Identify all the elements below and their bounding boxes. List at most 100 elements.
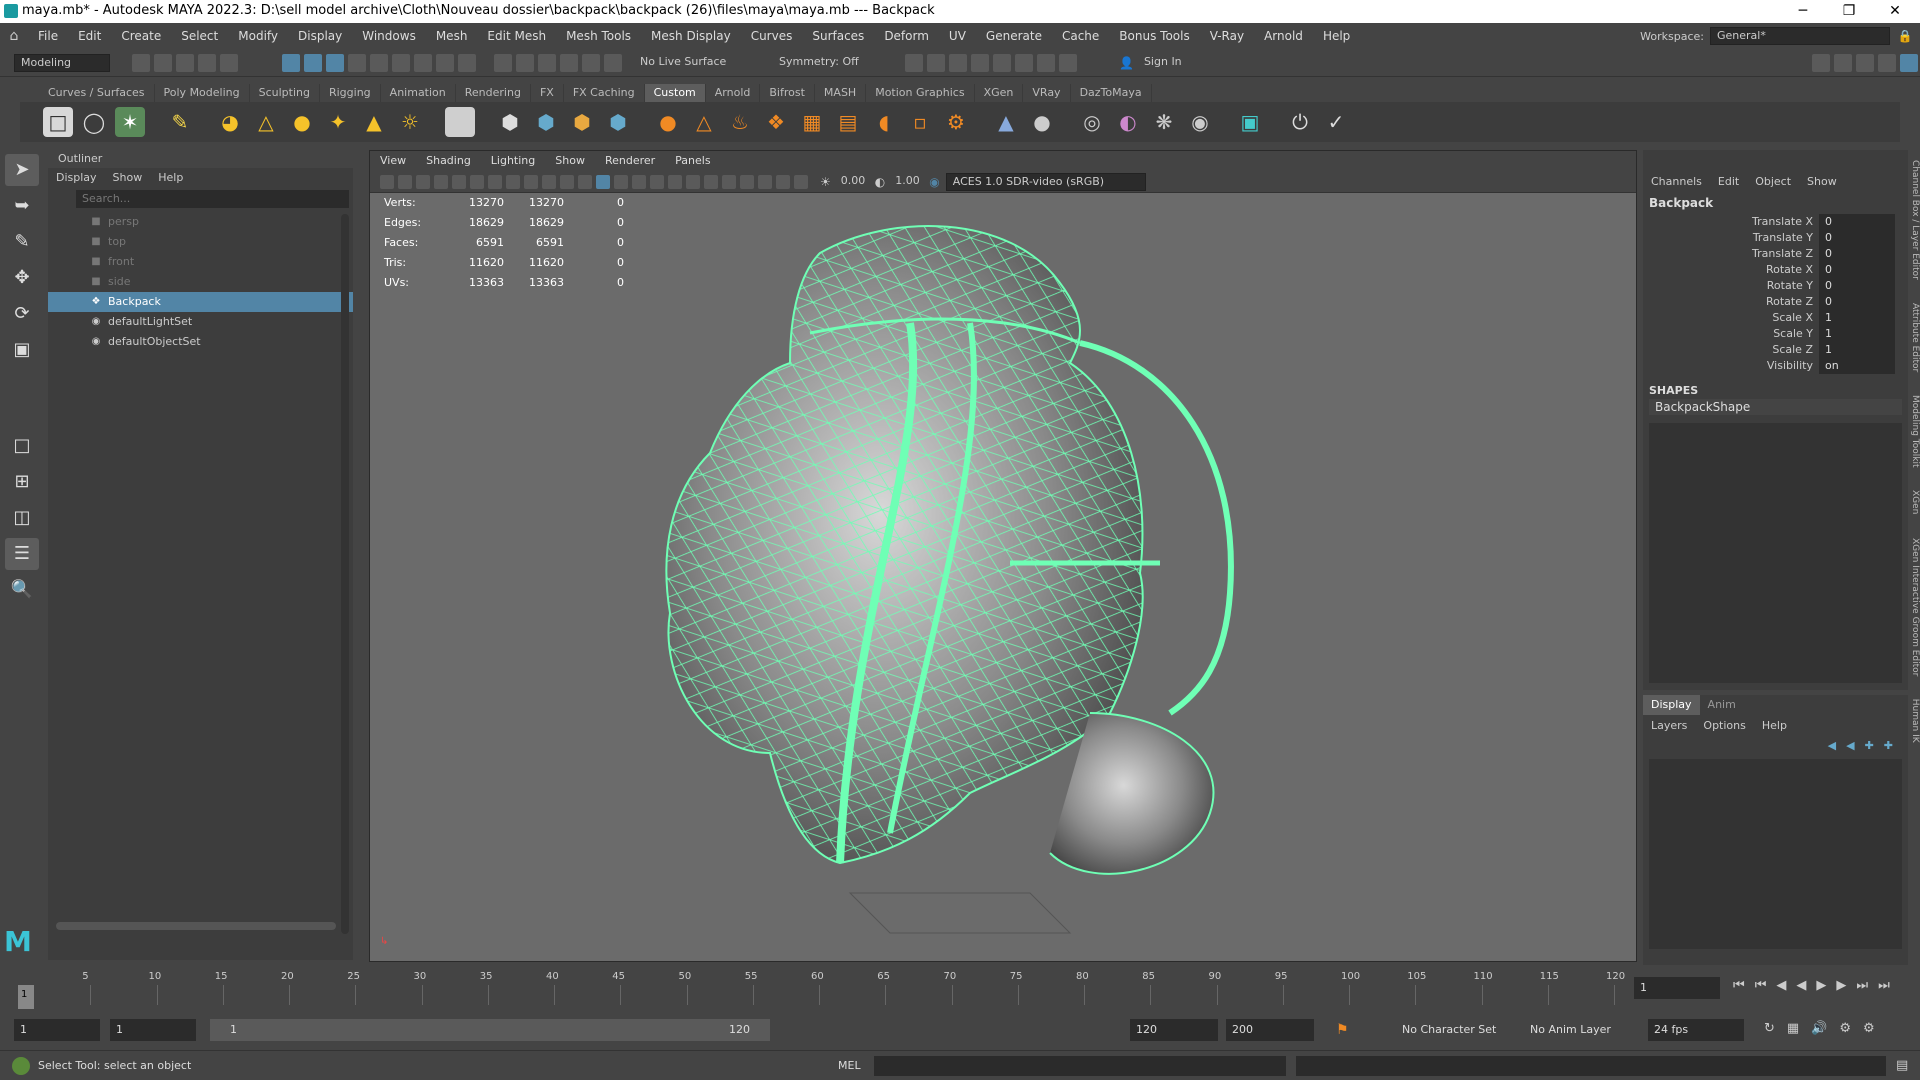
moon-icon[interactable]: ◖	[869, 107, 899, 137]
scene-icon[interactable]: ▫	[905, 107, 935, 137]
attr-rotate-z[interactable]: Rotate Z0	[1643, 294, 1908, 310]
script-language-label[interactable]: MEL	[838, 1059, 874, 1072]
outliner-item-top[interactable]: ■ top	[48, 232, 353, 252]
snap-surface-icon[interactable]	[582, 53, 600, 72]
layer-editor-icon[interactable]	[1900, 53, 1918, 72]
sound-icon[interactable]: 🔊	[1805, 1021, 1833, 1036]
paint-select-icon[interactable]: ✎	[5, 226, 39, 258]
new-layer-selected-icon[interactable]: ✚	[1879, 739, 1898, 752]
pick-mask-icon[interactable]	[370, 53, 388, 72]
undo-icon[interactable]	[198, 53, 216, 72]
attr-translate-y[interactable]: Translate Y0	[1643, 230, 1908, 246]
lasso-tool-icon[interactable]: ➥	[5, 190, 39, 222]
outliner-menu-show[interactable]: Show	[105, 168, 151, 188]
shelf-tab-fx-caching[interactable]: FX Caching	[564, 84, 645, 102]
pause-icon[interactable]	[1059, 53, 1077, 72]
move-tool-icon[interactable]: ✥	[5, 262, 39, 294]
camera-select-icon[interactable]	[380, 174, 394, 189]
outliner-search-input[interactable]: Search...	[76, 190, 349, 208]
exposure-field[interactable]: 0.00	[834, 172, 871, 191]
new-layer-icon[interactable]: ✚	[1860, 739, 1879, 752]
menu-help[interactable]: Help	[1313, 23, 1360, 49]
menu-arnold[interactable]: Arnold	[1254, 23, 1313, 49]
attr-rotate-x[interactable]: Rotate X0	[1643, 262, 1908, 278]
palette-icon[interactable]: ◉	[1185, 107, 1215, 137]
outliner-item-defaultlightset[interactable]: ◉ defaultLightSet	[48, 312, 353, 332]
select-by-hierarchy-icon[interactable]	[282, 53, 300, 72]
pick-mask-icon[interactable]	[348, 53, 366, 72]
step-back-key-icon[interactable]: ⏮	[1750, 978, 1772, 993]
smooth-shade-icon[interactable]	[596, 174, 610, 189]
menu-generate[interactable]: Generate	[976, 23, 1052, 49]
settings-icon[interactable]: ⚙	[1857, 1021, 1881, 1036]
shelf-tab-poly-modeling[interactable]: Poly Modeling	[155, 84, 250, 102]
spheres-icon[interactable]: ❋	[1149, 107, 1179, 137]
script-icon[interactable]: ✎	[165, 107, 195, 137]
viewport-menu-renderer[interactable]: Renderer	[595, 151, 665, 171]
shapes-icon[interactable]: ▲	[991, 107, 1021, 137]
gear-icon[interactable]: ⚙	[941, 107, 971, 137]
grease-pencil-icon[interactable]	[470, 174, 484, 189]
backpack-mesh[interactable]	[370, 193, 1636, 961]
anim-prefs-icon[interactable]: ⚙	[1833, 1021, 1857, 1036]
render-view-icon[interactable]	[905, 53, 923, 72]
current-frame-field[interactable]: 1	[1634, 977, 1720, 999]
outliner-item-backpack[interactable]: ❖ Backpack	[48, 292, 353, 312]
menu-vray[interactable]: V-Ray	[1200, 23, 1254, 49]
ies-light-icon[interactable]: ▲	[359, 107, 389, 137]
film-gate-icon[interactable]	[506, 174, 520, 189]
shelf-tab-sculpting[interactable]: Sculpting	[250, 84, 320, 102]
modeling-toolkit-icon[interactable]	[1812, 53, 1830, 72]
time-slider[interactable]: 5 10 15 20 25 30 35 40 45 50 55 60 65 70 75 80 85 90 95 100…	[0, 965, 1920, 1010]
side-tab-human-ik[interactable]: Human IK	[1910, 699, 1920, 743]
shelf-tab-mash[interactable]: MASH	[815, 84, 867, 102]
torus-icon[interactable]: ◯	[79, 107, 109, 137]
play-backwards-icon[interactable]: ◀	[1791, 978, 1811, 993]
vray-proxy-icon[interactable]: ⬢	[495, 107, 525, 137]
channels-object-menu[interactable]: Object	[1747, 172, 1799, 192]
single-perspective-layout-icon[interactable]: □	[5, 430, 39, 462]
rotate-tool-icon[interactable]: ⟳	[5, 298, 39, 330]
go-to-start-icon[interactable]: ⏮	[1728, 978, 1750, 993]
lock-selection-icon[interactable]	[436, 53, 454, 72]
sphere-light-icon[interactable]: ●	[287, 107, 317, 137]
outliner-horizontal-scrollbar[interactable]	[56, 922, 336, 930]
shelf-tab-motion-graphics[interactable]: Motion Graphics	[866, 84, 975, 102]
wireframe-icon[interactable]	[578, 174, 592, 189]
lights-icon[interactable]	[650, 174, 664, 189]
menu-bonus-tools[interactable]: Bonus Tools	[1109, 23, 1199, 49]
redo-icon[interactable]	[220, 53, 238, 72]
channels-menu[interactable]: Channels	[1643, 172, 1710, 192]
plane-light-icon[interactable]	[445, 107, 475, 137]
snap-curve-icon[interactable]	[516, 53, 534, 72]
menu-mesh[interactable]: Mesh	[426, 23, 478, 49]
render-setup-icon[interactable]	[1015, 53, 1033, 72]
four-view-layout-icon[interactable]: ⊞	[5, 466, 39, 498]
workspace-dropdown[interactable]: General*	[1710, 27, 1890, 45]
mode-dropdown[interactable]: Modeling	[14, 53, 110, 72]
pick-mask-icon[interactable]	[392, 53, 410, 72]
script-editor-icon[interactable]: ▤	[1896, 1058, 1908, 1073]
persp-outliner-layout-icon[interactable]: ◫	[5, 502, 39, 534]
layers-options-menu[interactable]: Options	[1695, 719, 1753, 732]
shelf-tab-daztomaya[interactable]: DazToMaya	[1071, 84, 1152, 102]
step-forward-key-icon[interactable]: ⏭	[1851, 978, 1873, 993]
pick-mask-icon[interactable]	[414, 53, 432, 72]
outliner-menu-display[interactable]: Display	[48, 168, 105, 188]
vray-mesh-icon[interactable]: ⬢	[531, 107, 561, 137]
command-input[interactable]	[874, 1055, 1286, 1076]
dome-light-icon[interactable]: ◕	[215, 107, 245, 137]
backface-icon[interactable]	[794, 174, 808, 189]
side-tab-modeling-toolkit[interactable]: Modeling Toolkit	[1910, 395, 1920, 468]
side-tab-xgen[interactable]: XGen	[1910, 490, 1920, 514]
shelf-tab-arnold[interactable]: Arnold	[706, 84, 761, 102]
camera-attr-icon[interactable]	[398, 174, 412, 189]
viewport-menu-view[interactable]: View	[370, 151, 416, 171]
shelf-tab-xgen[interactable]: XGen	[975, 84, 1024, 102]
new-scene-icon[interactable]	[132, 53, 150, 72]
sun-light-icon[interactable]: ☼	[395, 107, 425, 137]
shelf-tab-custom[interactable]: Custom	[644, 84, 706, 102]
vray-fur-icon[interactable]: ⬢	[567, 107, 597, 137]
mesh-light-icon[interactable]: ✦	[323, 107, 353, 137]
step-forward-frame-icon[interactable]: ▶	[1831, 978, 1851, 993]
